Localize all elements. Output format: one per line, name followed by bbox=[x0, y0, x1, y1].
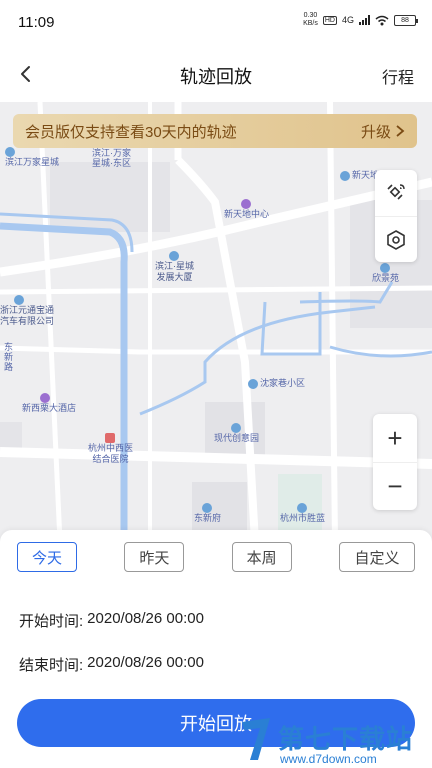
poi-text: 滨江·万家 bbox=[92, 148, 131, 158]
watermark-title: 第七下载站 bbox=[278, 724, 414, 754]
poi-text: 欣景苑 bbox=[372, 273, 400, 283]
chevron-right-icon bbox=[396, 125, 405, 137]
poi-pin-icon bbox=[296, 502, 307, 513]
poi-label: 杭州市胜蓝 bbox=[280, 502, 325, 524]
satellite-icon bbox=[387, 184, 405, 200]
hd-icon: HD bbox=[322, 15, 337, 25]
zoom-in-button[interactable]: + bbox=[373, 414, 417, 462]
poi-label: 杭州中西医 结合医院 bbox=[88, 432, 133, 465]
poi-label: 东新路 bbox=[4, 342, 13, 372]
poi-pin-icon bbox=[14, 294, 24, 305]
poi-pin-icon bbox=[240, 198, 251, 209]
watermark-url: www.d7down.com bbox=[280, 752, 377, 766]
end-time-field[interactable]: 结束时间: 2020/08/26 00:00 bbox=[19, 654, 204, 675]
zoom-out-button[interactable]: − bbox=[373, 462, 417, 510]
network-type: 4G bbox=[341, 15, 354, 25]
poi-text: 新天地中心 bbox=[224, 209, 270, 219]
poi-pin-icon bbox=[230, 422, 241, 433]
poi-pin-icon bbox=[5, 146, 15, 157]
poi-text: 沈家巷小区 bbox=[260, 378, 306, 388]
poi-label: 滨江·星城 发展大厦 bbox=[155, 250, 194, 283]
map-layer-button[interactable] bbox=[375, 216, 417, 262]
status-bar: 11:09 0.30 KB/s HD 4G 88 bbox=[0, 0, 432, 46]
membership-banner: 会员版仅支持查看30天内的轨迹 升级 bbox=[13, 114, 417, 148]
poi-pin-icon bbox=[168, 250, 179, 261]
start-time-value: 2020/08/26 00:00 bbox=[87, 610, 204, 627]
poi-label: 新天地 bbox=[340, 170, 379, 181]
satellite-toggle-button[interactable] bbox=[375, 170, 417, 216]
network-speed-value: 0.30 bbox=[303, 12, 318, 19]
watermark-logo-icon bbox=[242, 718, 270, 760]
poi-label: 现代创意园 bbox=[214, 422, 259, 444]
poi-text: 路 bbox=[4, 362, 14, 372]
map-base bbox=[0, 102, 432, 542]
poi-text: 滨江·星城 bbox=[155, 261, 194, 271]
status-icons: 0.30 KB/s HD 4G 88 bbox=[303, 12, 418, 28]
trips-button[interactable]: 行程 bbox=[382, 64, 414, 88]
network-speed: 0.30 KB/s bbox=[303, 12, 318, 28]
end-time-value: 2020/08/26 00:00 bbox=[87, 654, 204, 671]
network-speed-unit: KB/s bbox=[303, 20, 318, 27]
page-title: 轨迹回放 bbox=[180, 67, 252, 87]
end-time-label: 结束时间: bbox=[19, 657, 84, 674]
status-time: 11:09 bbox=[18, 14, 55, 31]
start-time-label: 开始时间: bbox=[19, 613, 84, 630]
poi-text: 发展大厦 bbox=[156, 272, 193, 282]
poi-text: 结合医院 bbox=[92, 454, 129, 464]
poi-pin-icon bbox=[248, 378, 258, 389]
signal-icon bbox=[359, 15, 370, 25]
map-view[interactable]: 滨江万家星城 滨江·万家 星城·东区 新天地 新天地中心 滨江·星城 发展大厦 欣… bbox=[0, 102, 432, 542]
tab-custom[interactable]: 自定义 bbox=[338, 542, 415, 572]
poi-text: 星城·东区 bbox=[92, 158, 131, 168]
poi-label: 星城·东区 bbox=[92, 158, 131, 169]
poi-pin-icon bbox=[40, 392, 50, 403]
wifi-icon bbox=[375, 15, 389, 25]
nav-bar: 轨迹回放 行程 bbox=[0, 46, 432, 102]
poi-text: 汽车有限公司 bbox=[0, 316, 55, 326]
poi-text: 杭州中西医 bbox=[88, 443, 134, 453]
poi-label: 新天地中心 bbox=[224, 198, 269, 220]
poi-text: 杭州市胜蓝 bbox=[280, 513, 326, 523]
poi-label: 新西栗大酒店 bbox=[22, 392, 76, 414]
tab-yesterday[interactable]: 昨天 bbox=[124, 542, 185, 572]
hospital-icon bbox=[104, 432, 115, 443]
tab-today[interactable]: 今天 bbox=[17, 542, 77, 572]
site-watermark: 第七下载站 www.d7down.com bbox=[238, 712, 432, 768]
date-range-tabs: 今天 昨天 本周 自定义 bbox=[17, 542, 415, 572]
poi-label: 沈家巷小区 bbox=[248, 378, 305, 389]
upgrade-link[interactable]: 升级 bbox=[361, 121, 405, 142]
poi-text: 新西栗大酒店 bbox=[22, 403, 77, 413]
hexagon-icon bbox=[387, 229, 405, 250]
poi-label: 欣景苑 bbox=[372, 262, 399, 284]
poi-label: 东新府 bbox=[194, 502, 221, 524]
poi-pin-icon bbox=[340, 170, 350, 181]
upgrade-label: 升级 bbox=[360, 123, 391, 141]
poi-pin-icon bbox=[201, 502, 212, 513]
poi-label: 浙江元通宝通 汽车有限公司 bbox=[0, 294, 54, 327]
poi-text: 新 bbox=[4, 352, 14, 362]
tab-this-week[interactable]: 本周 bbox=[231, 542, 292, 572]
poi-text: 东新府 bbox=[194, 513, 222, 523]
poi-text: 现代创意园 bbox=[214, 433, 260, 443]
poi-text: 滨江万家星城 bbox=[5, 157, 60, 167]
battery-icon: 88 bbox=[394, 14, 418, 26]
banner-message: 会员版仅支持查看30天内的轨迹 bbox=[25, 123, 237, 141]
map-tool-panel bbox=[375, 170, 417, 262]
poi-pin-icon bbox=[379, 262, 390, 273]
poi-text: 东 bbox=[4, 342, 14, 352]
poi-text: 浙江元通宝通 bbox=[0, 305, 55, 315]
poi-label: 滨江万家星城 bbox=[5, 146, 59, 168]
start-time-field[interactable]: 开始时间: 2020/08/26 00:00 bbox=[19, 610, 204, 631]
zoom-controls: + − bbox=[373, 414, 417, 510]
